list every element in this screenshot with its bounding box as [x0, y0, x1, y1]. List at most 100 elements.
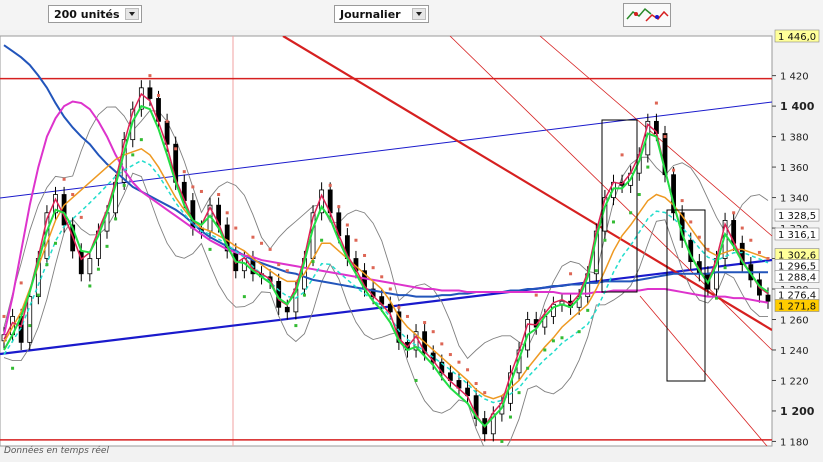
y-tick-label: 1 380	[780, 133, 809, 144]
parabolic-sar-dot	[757, 250, 761, 254]
parabolic-sar-dot	[766, 257, 770, 261]
parabolic-sar-dot	[457, 360, 461, 364]
parabolic-sar-dot	[268, 247, 272, 251]
parabolic-sar-dot	[54, 241, 58, 245]
candle-body	[765, 294, 771, 302]
parabolic-sar-dot	[139, 138, 143, 142]
parabolic-sar-dot	[328, 183, 332, 187]
parabolic-sar-dot	[354, 238, 358, 242]
parabolic-sar-dot	[302, 293, 306, 297]
parabolic-sar-dot	[714, 296, 718, 300]
parabolic-sar-dot	[474, 382, 478, 386]
parabolic-sar-dot	[96, 267, 100, 271]
parabolic-sar-dot	[517, 391, 521, 395]
price-label: 1 328,5	[778, 211, 816, 222]
parabolic-sar-dot	[620, 153, 624, 157]
parabolic-sar-dot	[217, 193, 221, 197]
candle-body	[284, 306, 290, 313]
parabolic-sar-dot	[749, 238, 753, 242]
parabolic-sar-dot	[423, 321, 427, 325]
y-tick-label: 1 260	[780, 315, 809, 326]
realtime-note: Données en temps réel	[4, 446, 109, 456]
price-label: 1 271,8	[778, 301, 816, 312]
parabolic-sar-dot	[508, 415, 512, 419]
parabolic-sar-dot	[157, 93, 161, 97]
parabolic-sar-dot	[551, 339, 555, 343]
parabolic-sar-dot	[191, 185, 195, 189]
parabolic-sar-dot	[242, 295, 246, 299]
parabolic-sar-dot	[28, 324, 32, 328]
parabolic-sar-dot	[260, 241, 264, 245]
parabolic-sar-dot	[431, 330, 435, 334]
y-tick-label: 1 340	[780, 194, 809, 205]
parabolic-sar-dot	[337, 205, 341, 209]
parabolic-sar-dot	[45, 263, 49, 267]
parabolic-sar-dot	[483, 391, 487, 395]
parabolic-sar-dot	[371, 266, 375, 270]
parabolic-sar-dot	[2, 314, 6, 318]
parabolic-sar-dot	[500, 439, 504, 443]
parabolic-sar-dot	[680, 199, 684, 203]
parabolic-sar-dot	[62, 177, 66, 181]
y-tick-label: 1 360	[780, 163, 809, 174]
parabolic-sar-dot	[19, 281, 23, 285]
parabolic-sar-dot	[199, 189, 203, 193]
parabolic-sar-dot	[79, 215, 83, 219]
candle-body	[147, 87, 153, 99]
parabolic-sar-dot	[543, 348, 547, 352]
parabolic-sar-dot	[629, 211, 633, 215]
parabolic-sar-dot	[663, 135, 667, 139]
parabolic-sar-dot	[706, 247, 710, 251]
parabolic-sar-dot	[534, 293, 538, 297]
parabolic-sar-dot	[603, 238, 607, 242]
parabolic-sar-dot	[105, 244, 109, 248]
parabolic-sar-dot	[414, 378, 418, 382]
parabolic-sar-dot	[148, 74, 152, 78]
candle-body	[387, 303, 393, 313]
y-tick-label: 1 180	[780, 437, 809, 448]
price-label: 1 288,4	[778, 273, 816, 284]
parabolic-sar-dot	[689, 220, 693, 224]
y-tick-label: 1 220	[780, 376, 809, 387]
parabolic-sar-dot	[380, 275, 384, 279]
parabolic-sar-dot	[577, 330, 581, 334]
y-tick-label: 1 420	[780, 72, 809, 83]
parabolic-sar-dot	[397, 305, 401, 309]
parabolic-sar-dot	[294, 324, 298, 328]
parabolic-sar-dot	[363, 253, 367, 257]
parabolic-sar-dot	[732, 211, 736, 215]
parabolic-sar-dot	[88, 284, 92, 288]
parabolic-sar-dot	[448, 353, 452, 357]
parabolic-sar-dot	[251, 235, 255, 239]
parabolic-sar-dot	[466, 368, 470, 372]
y-tick-label: 1 400	[780, 100, 815, 113]
price-chart[interactable]: 1 1801 2001 2201 2401 2601 2801 3001 320…	[0, 0, 823, 462]
parabolic-sar-dot	[174, 147, 178, 151]
y-axis: 1 1801 2001 2201 2401 2601 2801 3001 320…	[772, 29, 820, 448]
parabolic-sar-dot	[526, 366, 530, 370]
parabolic-sar-dot	[285, 269, 289, 273]
parabolic-sar-dot	[440, 342, 444, 346]
parabolic-sar-dot	[225, 211, 229, 215]
parabolic-sar-dot	[311, 260, 315, 264]
parabolic-sar-dot	[122, 183, 126, 187]
y-tick-label: 1 240	[780, 346, 809, 357]
parabolic-sar-dot	[594, 269, 598, 273]
parabolic-sar-dot	[388, 287, 392, 291]
parabolic-sar-dot	[637, 193, 641, 197]
parabolic-sar-dot	[71, 193, 75, 197]
parabolic-sar-dot	[11, 366, 15, 370]
parabolic-sar-dot	[36, 293, 40, 297]
parabolic-sar-dot	[560, 336, 564, 340]
candle-body	[87, 258, 93, 275]
parabolic-sar-dot	[740, 226, 744, 230]
parabolic-sar-dot	[611, 220, 615, 224]
parabolic-sar-dot	[234, 226, 238, 230]
parabolic-sar-dot	[697, 235, 701, 239]
parabolic-sar-dot	[672, 168, 676, 172]
price-label: 1 316,1	[778, 230, 816, 241]
price-label: 1 446,0	[778, 32, 816, 43]
parabolic-sar-dot	[569, 272, 573, 276]
parabolic-sar-dot	[345, 223, 349, 227]
parabolic-sar-dot	[405, 314, 409, 318]
